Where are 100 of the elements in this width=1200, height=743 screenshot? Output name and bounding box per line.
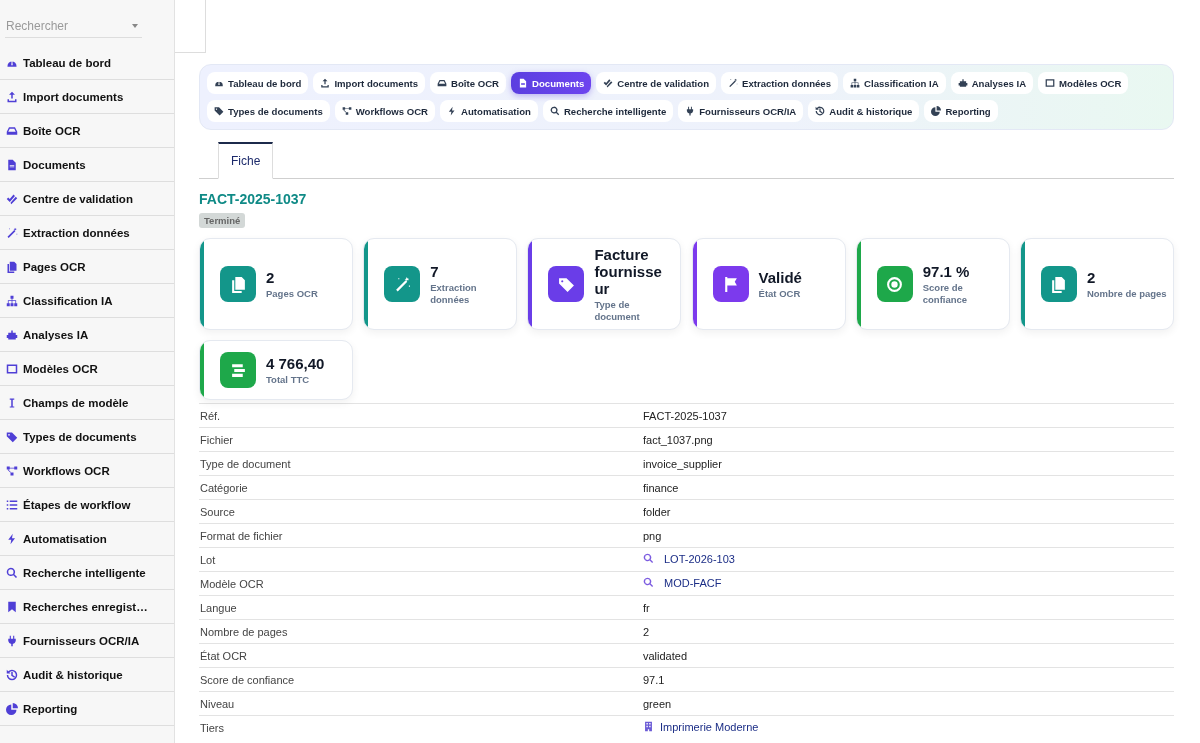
tag-icon xyxy=(6,430,18,443)
sidebar-item[interactable]: Import documents xyxy=(0,80,174,114)
nav-pill[interactable]: Classification IA xyxy=(843,72,946,94)
stat-value: Facture fournisseur xyxy=(594,245,663,297)
pie-chart-icon xyxy=(6,702,18,715)
tray-icon xyxy=(6,124,18,137)
wand-icon xyxy=(728,78,738,88)
field-label: Niveau xyxy=(200,697,235,710)
sidebar-item[interactable]: Workflows OCR xyxy=(0,454,174,488)
sidebar-item[interactable]: Audit & historique xyxy=(0,658,174,692)
stat-label: Type de document xyxy=(594,298,641,323)
field-value: png xyxy=(643,529,662,542)
sidebar-item[interactable]: Tableau de bord xyxy=(0,46,174,80)
pages-tile-icon xyxy=(220,266,256,302)
nav-pill[interactable]: Documents xyxy=(511,72,592,94)
status-badge: Terminé xyxy=(199,213,246,228)
history-icon xyxy=(6,668,18,681)
field-value: green xyxy=(643,697,672,710)
record-link[interactable]: MOD-FACF xyxy=(664,576,722,589)
sidebar-item[interactable]: Étapes de workflow xyxy=(0,488,174,522)
nav-pill[interactable]: Boîte OCR xyxy=(430,72,507,94)
sidebar-item[interactable]: Automatisation xyxy=(0,522,174,556)
nav-pill[interactable]: Types de documents xyxy=(207,100,330,122)
sidebar-item[interactable]: Recherches enregist… xyxy=(0,590,174,624)
field-value: finance xyxy=(643,481,679,494)
stat-value: 2 xyxy=(266,268,276,286)
stat-value: 4 766,40 xyxy=(266,354,325,372)
upload-icon xyxy=(6,90,18,103)
field-label: Lot xyxy=(200,553,216,566)
check-icon xyxy=(6,192,18,205)
sidebar-item[interactable]: Extraction données xyxy=(0,216,174,250)
bolt-icon xyxy=(6,532,18,545)
sidebar-item[interactable]: Champs de modèle xyxy=(0,386,174,420)
sidebar-item[interactable]: Types de documents xyxy=(0,420,174,454)
tag-icon xyxy=(214,106,224,116)
field-value: FACT-2025-1037 xyxy=(643,409,727,422)
sidebar-item[interactable]: Modèles OCR xyxy=(0,352,174,386)
sidebar-item[interactable]: Documents xyxy=(0,148,174,182)
search-icon xyxy=(643,553,654,565)
field-label: Score de confiance xyxy=(200,673,295,686)
sitemap-icon xyxy=(850,78,861,88)
tag-tile-icon xyxy=(548,266,585,302)
dropdown-caret-icon xyxy=(132,24,138,28)
history-icon xyxy=(815,106,826,116)
nav-pill[interactable]: Automatisation xyxy=(440,100,538,122)
stat-label: Pages OCR xyxy=(266,287,318,300)
wand-tile-icon xyxy=(384,266,421,302)
field-label: Type de document xyxy=(200,457,291,470)
plug-icon xyxy=(685,106,696,116)
upload-icon xyxy=(320,78,331,88)
bookmark-icon xyxy=(6,600,18,613)
record-link[interactable]: Imprimerie Moderne xyxy=(660,720,759,733)
field-label: Source xyxy=(200,505,235,518)
sitemap-icon xyxy=(6,294,18,307)
nav-pill[interactable]: Modèles OCR xyxy=(1038,72,1129,94)
record-link[interactable]: LOT-2026-103 xyxy=(664,552,735,565)
stat-label: Nombre de pages xyxy=(1086,287,1167,300)
nav-pill[interactable]: Recherche intelligente xyxy=(542,100,674,122)
nav-pill[interactable]: Audit & historique xyxy=(808,100,920,122)
sidebar-item[interactable]: Classification IA xyxy=(0,284,174,318)
nav-pill[interactable]: Tableau de bord xyxy=(207,72,309,94)
document-icon xyxy=(518,78,529,88)
wand-icon xyxy=(6,226,18,239)
field-value: folder xyxy=(643,505,671,518)
sidebar-item[interactable]: Boîte OCR xyxy=(0,114,174,148)
search-field[interactable]: Rechercher xyxy=(5,19,132,33)
stat-label: Extraction données xyxy=(430,281,478,306)
nav-pill[interactable]: Extraction données xyxy=(721,72,839,94)
nav-pill[interactable]: Workflows OCR xyxy=(334,100,436,122)
nav-pill[interactable]: Centre de validation xyxy=(596,72,716,94)
target-tile-icon xyxy=(876,266,913,302)
sidebar-item[interactable]: Analyses IA xyxy=(0,318,174,352)
check-icon xyxy=(603,78,614,88)
field-value: 97.1 xyxy=(643,673,665,686)
sidebar-item[interactable]: Reporting xyxy=(0,692,174,726)
tab[interactable]: Fiche xyxy=(218,142,274,179)
stat-value: 2 xyxy=(1086,268,1097,286)
pages-tile-icon xyxy=(1040,266,1077,302)
nav-pill[interactable]: Analyses IA xyxy=(950,72,1034,94)
search-icon xyxy=(643,577,654,589)
field-label: Fichier xyxy=(200,433,233,446)
nodes-icon xyxy=(6,464,18,477)
stat-label: État OCR xyxy=(758,287,802,300)
field-value: fr xyxy=(643,601,650,614)
nav-pill[interactable]: Import documents xyxy=(313,72,426,94)
sidebar-item[interactable]: Fournisseurs OCR/IA xyxy=(0,624,174,658)
nav-pill[interactable]: Fournisseurs OCR/IA xyxy=(678,100,804,122)
field-label: État OCR xyxy=(200,649,248,662)
nav-pill[interactable]: Reporting xyxy=(924,100,998,122)
sidebar-item[interactable]: Centre de validation xyxy=(0,182,174,216)
field-value: 2 xyxy=(643,625,650,638)
sidebar-item[interactable]: Pages OCR xyxy=(0,250,174,284)
list-icon xyxy=(6,498,18,511)
stat-label: Score de confiance xyxy=(922,281,969,306)
field-value: fact_1037.png xyxy=(643,433,713,446)
stat-value: 7 xyxy=(430,262,440,280)
field-label: Modèle OCR xyxy=(200,577,264,590)
tray-icon xyxy=(437,78,448,88)
sidebar-item[interactable]: Recherche intelligente xyxy=(0,556,174,590)
stat-value: 97.1 % xyxy=(922,262,971,280)
